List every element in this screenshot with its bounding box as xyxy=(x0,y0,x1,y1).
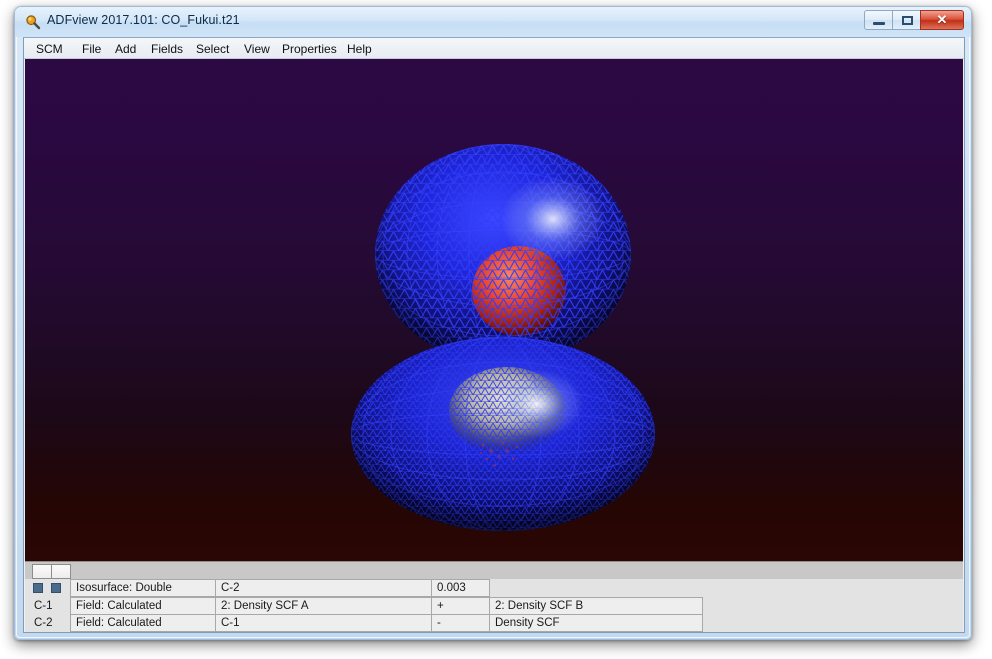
row-operator-cell[interactable]: + xyxy=(431,597,490,615)
menu-item-select[interactable]: Select xyxy=(192,41,233,57)
menu-bar: SCM File Add Fields Select View Properti… xyxy=(24,38,964,59)
close-icon: ✕ xyxy=(936,12,948,27)
application-window: ADFview 2017.101: CO_Fukui.t21 ✕ SCM Fil… xyxy=(14,6,972,640)
toolbar-tab-1[interactable] xyxy=(32,564,52,579)
isosurface-render xyxy=(351,144,655,531)
menu-item-view[interactable]: View xyxy=(240,41,274,57)
row-type-cell[interactable]: Field: Calculated xyxy=(70,614,216,632)
menu-item-help[interactable]: Help xyxy=(343,41,376,57)
row-type-cell[interactable]: Isosurface: Double xyxy=(70,579,216,597)
row-value-cell[interactable]: 0.003 xyxy=(431,579,490,597)
row-label-c1: C-1 xyxy=(34,600,53,612)
row-label-c2: C-2 xyxy=(34,617,53,629)
desktop-background: ADFview 2017.101: CO_Fukui.t21 ✕ SCM Fil… xyxy=(0,0,992,659)
lower-isosurface-lobe xyxy=(351,337,655,531)
magnifier-icon xyxy=(26,15,41,30)
title-bar[interactable]: ADFview 2017.101: CO_Fukui.t21 ✕ xyxy=(15,7,971,37)
maximize-icon xyxy=(902,16,913,25)
molecule-viewport[interactable] xyxy=(25,59,963,561)
minimize-button[interactable] xyxy=(864,10,893,30)
table-row[interactable]: C-2 Field: Calculated C-1 - Density SCF xyxy=(25,614,963,632)
menu-item-fields[interactable]: Fields xyxy=(147,41,187,57)
toolbar-tab-2[interactable] xyxy=(51,564,71,579)
table-row[interactable]: C-1 Field: Calculated 2: Density SCF A +… xyxy=(25,597,963,615)
menu-item-scm[interactable]: SCM xyxy=(32,41,67,57)
row-source-cell[interactable]: C-2 xyxy=(215,579,432,597)
menu-item-file[interactable]: File xyxy=(78,41,105,57)
minimize-icon xyxy=(873,22,885,25)
row-source-cell[interactable]: 2: Density SCF A xyxy=(215,597,432,615)
visibility-checkbox-2[interactable] xyxy=(51,583,61,593)
row-second-source-cell[interactable]: Density SCF xyxy=(489,614,703,632)
panel-toolbar xyxy=(25,561,963,579)
row-second-source-cell[interactable]: 2: Density SCF B xyxy=(489,597,703,615)
field-details-panel: Isosurface: Double C-2 0.003 C-1 Field: … xyxy=(25,579,963,632)
menu-item-add[interactable]: Add xyxy=(111,41,140,57)
row-source-cell[interactable]: C-1 xyxy=(215,614,432,632)
visibility-checkbox-1[interactable] xyxy=(33,583,43,593)
close-button[interactable]: ✕ xyxy=(920,10,964,30)
row-operator-cell[interactable]: - xyxy=(431,614,490,632)
window-title: ADFview 2017.101: CO_Fukui.t21 xyxy=(47,13,240,27)
table-row[interactable]: Isosurface: Double C-2 0.003 xyxy=(25,579,963,597)
client-area: SCM File Add Fields Select View Properti… xyxy=(23,37,965,633)
row-type-cell[interactable]: Field: Calculated xyxy=(70,597,216,615)
menu-item-properties[interactable]: Properties xyxy=(278,41,341,57)
maximize-button[interactable] xyxy=(892,10,921,30)
